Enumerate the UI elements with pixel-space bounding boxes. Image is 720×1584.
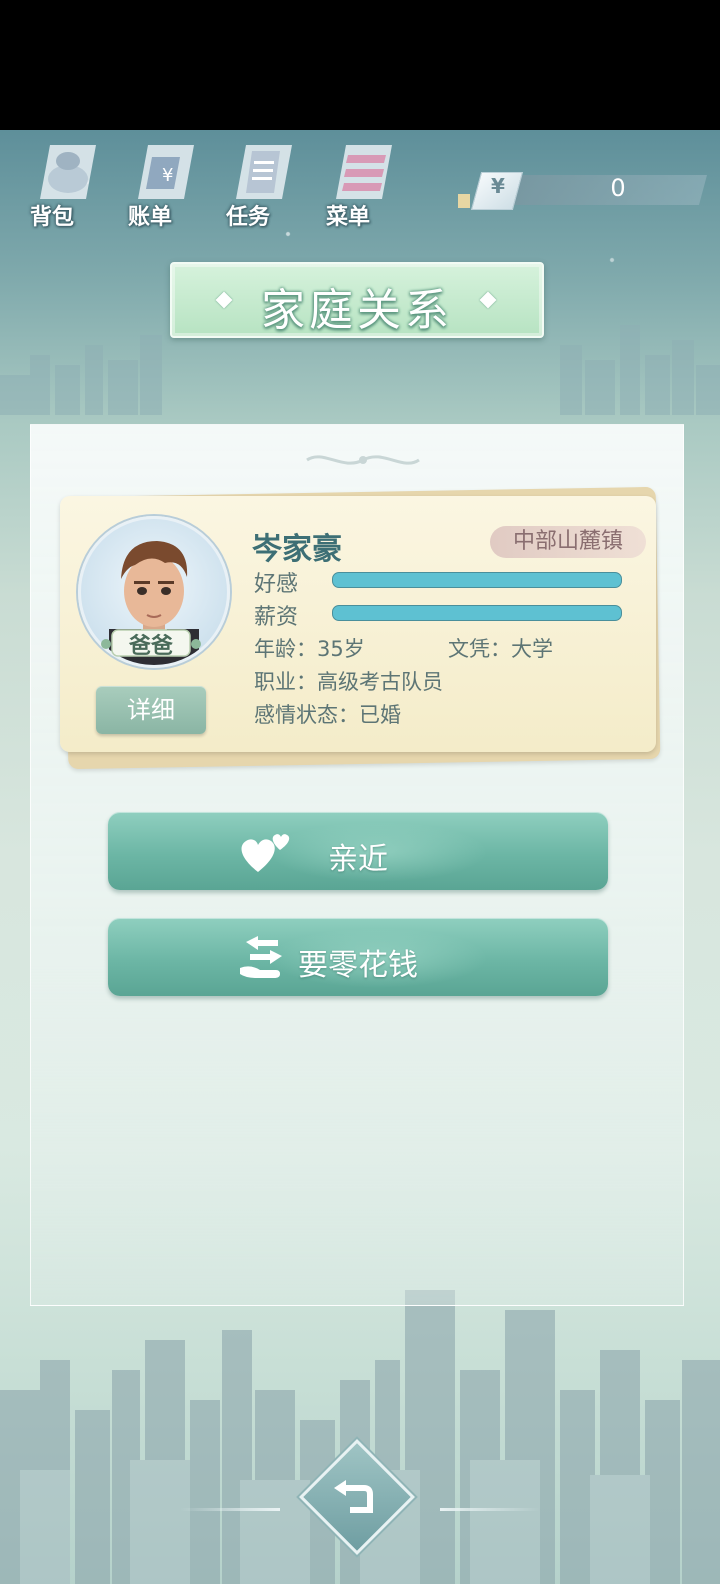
nav-task-label: 任务 [225,205,270,230]
age-text: 年龄：35岁 [254,637,365,661]
nav-bill-label: 账单 [127,205,172,230]
bag-icon [40,145,96,199]
detail-button[interactable]: 详细 [96,686,206,734]
approach-button[interactable]: 亲近 [108,812,608,890]
approach-label: 亲近 [328,842,388,877]
divider-right [440,1508,540,1511]
salary-label: 薪资 [254,605,299,630]
role-label: 爸爸 [128,634,173,659]
task-icon [236,145,292,199]
title-banner: 家庭关系 [170,262,544,338]
currency-symbol: ¥ [491,174,505,198]
back-arrow-icon [334,1480,373,1513]
nav-bag-button[interactable]: 背包 [22,135,112,235]
ornament-icon [306,455,420,465]
favor-bar [332,572,622,588]
salary-bar [332,605,622,621]
menu-icon [336,145,392,199]
nav-bag-label: 背包 [29,205,74,230]
nav-task-button[interactable]: 任务 [218,135,308,235]
location-badge: 中部山麓镇 [490,526,646,558]
bill-icon: ¥ [138,145,194,199]
relationship-text: 感情状态：已婚 [254,703,401,727]
money-display: ¥ 0 [458,170,708,212]
nav-menu-label: 菜单 [325,205,370,230]
pocket-money-label: 要零花钱 [298,948,418,983]
nav-menu-button[interactable]: 菜单 [318,135,408,235]
money-cap [458,194,470,208]
status-bar [0,0,720,130]
svg-text:¥: ¥ [162,165,173,186]
role-plate: 爸爸 [98,626,204,659]
character-name: 岑家豪 [252,532,342,567]
divider-left [180,1508,280,1511]
job-text: 职业：高级考古队员 [254,670,443,694]
money-value: 0 [610,174,626,202]
education-text: 文凭：大学 [448,637,553,661]
nav-bill-button[interactable]: ¥ 账单 [120,135,210,235]
pocket-money-button[interactable]: 要零花钱 [108,918,608,996]
favor-label: 好感 [254,572,299,597]
